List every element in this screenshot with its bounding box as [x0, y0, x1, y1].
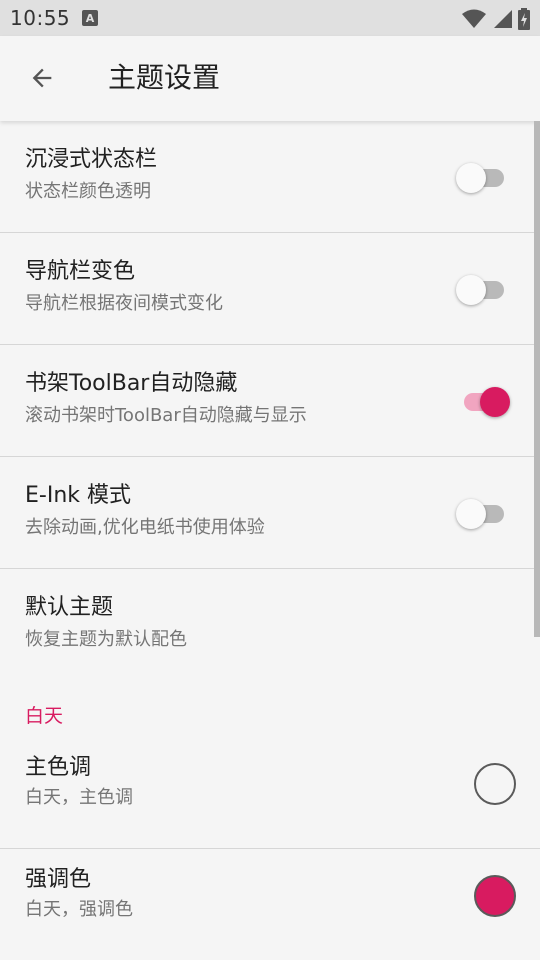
switch-thumb — [456, 275, 486, 305]
wifi-icon — [462, 9, 486, 28]
accent-color-swatch[interactable] — [474, 875, 516, 917]
setting-toolbar-auto-hide[interactable]: 书架ToolBar自动隐藏 滚动书架时ToolBar自动隐藏与显示 — [0, 345, 540, 457]
status-bar: 10:55 A — [0, 0, 540, 36]
setting-immersive-status-bar[interactable]: 沉浸式状态栏 状态栏颜色透明 — [0, 121, 540, 233]
settings-list: 沉浸式状态栏 状态栏颜色透明 导航栏变色 导航栏根据夜间模式变化 书架ToolB… — [0, 121, 540, 960]
setting-title: 强调色 — [25, 867, 92, 892]
setting-subtitle: 导航栏根据夜间模式变化 — [25, 293, 223, 314]
switch-thumb — [480, 387, 510, 417]
navigation-bar-color-switch[interactable] — [456, 275, 510, 305]
app-bar: 主题设置 — [0, 36, 540, 121]
setting-title: 默认主题 — [25, 595, 114, 620]
setting-title: 书架ToolBar自动隐藏 — [25, 371, 238, 396]
battery-charging-icon — [518, 8, 530, 30]
switch-thumb — [456, 499, 486, 529]
eink-mode-switch[interactable] — [456, 499, 510, 529]
setting-subtitle: 恢复主题为默认配色 — [25, 629, 187, 650]
setting-subtitle: 白天，主色调 — [25, 787, 133, 808]
setting-day-primary-color[interactable]: 主色调 白天，主色调 — [0, 737, 540, 849]
signal-icon — [494, 10, 512, 28]
toolbar-auto-hide-switch[interactable] — [456, 387, 510, 417]
setting-default-theme[interactable]: 默认主题 恢复主题为默认配色 — [0, 569, 540, 681]
section-label: 白天 — [25, 705, 64, 727]
setting-title: 沉浸式状态栏 — [25, 147, 158, 172]
scrollbar[interactable] — [534, 121, 540, 637]
section-header-day: 白天 — [0, 681, 540, 737]
setting-eink-mode[interactable]: E-Ink 模式 去除动画,优化电纸书使用体验 — [0, 457, 540, 569]
back-button[interactable] — [22, 58, 62, 98]
arrow-back-icon — [32, 68, 52, 88]
setting-navigation-bar-color[interactable]: 导航栏变色 导航栏根据夜间模式变化 — [0, 233, 540, 345]
primary-color-swatch[interactable] — [474, 763, 516, 805]
status-time: 10:55 — [10, 6, 71, 30]
setting-title: 主色调 — [25, 755, 92, 780]
setting-title: E-Ink 模式 — [25, 483, 132, 508]
setting-subtitle: 白天，强调色 — [25, 899, 133, 920]
setting-subtitle: 状态栏颜色透明 — [25, 181, 151, 202]
switch-thumb — [456, 163, 486, 193]
page-title: 主题设置 — [108, 61, 221, 94]
status-icons — [462, 8, 530, 30]
setting-subtitle: 去除动画,优化电纸书使用体验 — [25, 517, 265, 538]
setting-subtitle: 滚动书架时ToolBar自动隐藏与显示 — [25, 405, 307, 426]
setting-day-accent-color[interactable]: 强调色 白天，强调色 — [0, 849, 540, 960]
immersive-status-bar-switch[interactable] — [456, 163, 510, 193]
setting-title: 导航栏变色 — [25, 259, 136, 284]
notification-icon: A — [82, 10, 98, 26]
